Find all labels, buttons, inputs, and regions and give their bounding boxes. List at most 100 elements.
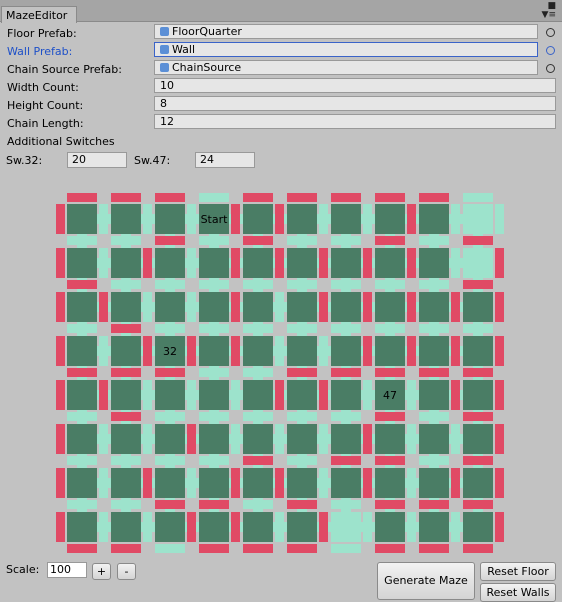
open-wall[interactable] — [187, 468, 196, 498]
open-wall[interactable] — [463, 193, 493, 202]
wall-segment[interactable] — [451, 380, 460, 410]
wall-segment[interactable] — [495, 380, 504, 410]
maze-cell[interactable] — [287, 336, 317, 366]
wall-segment[interactable] — [155, 368, 185, 377]
maze-cell[interactable] — [111, 512, 141, 542]
open-wall[interactable] — [319, 204, 328, 234]
open-wall[interactable] — [155, 324, 185, 333]
wall-segment[interactable] — [287, 368, 317, 377]
maze-cell[interactable] — [287, 248, 317, 278]
maze-cell[interactable] — [111, 424, 141, 454]
maze-cell[interactable] — [331, 468, 361, 498]
open-wall[interactable] — [375, 280, 405, 289]
wall-segment[interactable] — [111, 412, 141, 421]
open-wall[interactable] — [143, 292, 152, 322]
wall-segment[interactable] — [231, 468, 240, 498]
wall-segment[interactable] — [187, 424, 196, 454]
wall-segment[interactable] — [275, 468, 284, 498]
wall-segment[interactable] — [451, 336, 460, 366]
open-wall[interactable] — [143, 204, 152, 234]
wall-segment[interactable] — [56, 512, 65, 542]
wall-segment[interactable] — [199, 500, 229, 509]
open-wall[interactable] — [155, 544, 185, 553]
maze-cell[interactable] — [67, 380, 97, 410]
maze-cell[interactable] — [155, 468, 185, 498]
wall-segment[interactable] — [67, 544, 97, 553]
open-wall[interactable] — [451, 424, 460, 454]
open-wall[interactable] — [243, 324, 273, 333]
open-wall[interactable] — [67, 412, 97, 421]
wall-segment[interactable] — [111, 324, 141, 333]
open-wall[interactable] — [407, 424, 416, 454]
maze-cell[interactable] — [111, 380, 141, 410]
open-wall[interactable] — [155, 280, 185, 289]
wall-segment[interactable] — [155, 236, 185, 245]
wall-segment[interactable] — [375, 193, 405, 202]
maze-cell[interactable] — [419, 248, 449, 278]
open-wall[interactable] — [331, 236, 361, 245]
open-wall[interactable] — [275, 512, 284, 542]
open-wall[interactable] — [99, 512, 108, 542]
wall-segment[interactable] — [319, 512, 328, 542]
wall-segment[interactable] — [56, 204, 65, 234]
wall-segment[interactable] — [319, 248, 328, 278]
wall-segment[interactable] — [143, 336, 152, 366]
maze-cell[interactable] — [111, 204, 141, 234]
open-wall[interactable] — [111, 236, 141, 245]
maze-cell[interactable] — [419, 204, 449, 234]
maze-cell[interactable] — [111, 292, 141, 322]
wall-segment[interactable] — [111, 368, 141, 377]
wall-segment[interactable] — [319, 380, 328, 410]
maze-cell[interactable] — [155, 512, 185, 542]
wall-segment[interactable] — [155, 500, 185, 509]
maze-cell[interactable] — [243, 380, 273, 410]
wall-segment[interactable] — [495, 512, 504, 542]
open-wall[interactable] — [419, 324, 449, 333]
maze-cell[interactable] — [463, 424, 493, 454]
wall-segment[interactable] — [56, 380, 65, 410]
wall-segment[interactable] — [375, 236, 405, 245]
wall-segment[interactable] — [56, 336, 65, 366]
wall-segment[interactable] — [463, 368, 493, 377]
maze-cell[interactable] — [155, 380, 185, 410]
open-wall[interactable] — [155, 456, 185, 465]
maze-cell[interactable] — [243, 336, 273, 366]
maze-cell[interactable] — [67, 424, 97, 454]
maze-cell[interactable] — [375, 248, 405, 278]
wall-segment[interactable] — [451, 292, 460, 322]
open-wall[interactable] — [67, 456, 97, 465]
maze-cell[interactable] — [199, 248, 229, 278]
zoom-in-button[interactable]: + — [92, 563, 111, 580]
wall-segment[interactable] — [231, 204, 240, 234]
maze-cell[interactable] — [287, 424, 317, 454]
maze-cell[interactable] — [463, 336, 493, 366]
wall-segment[interactable] — [187, 512, 196, 542]
open-wall[interactable] — [419, 280, 449, 289]
open-wall[interactable] — [99, 248, 108, 278]
open-wall[interactable] — [187, 248, 196, 278]
wall-segment[interactable] — [67, 280, 97, 289]
open-wall[interactable] — [199, 193, 229, 202]
maze-cell[interactable] — [331, 204, 361, 234]
open-wall[interactable] — [67, 324, 97, 333]
maze-cell[interactable] — [287, 380, 317, 410]
wall-segment[interactable] — [56, 468, 65, 498]
maze-cell[interactable] — [419, 512, 449, 542]
wall-segment[interactable] — [67, 193, 97, 202]
maze-cell[interactable] — [463, 248, 493, 278]
maze-cell[interactable] — [243, 292, 273, 322]
maze-cell[interactable] — [199, 424, 229, 454]
wall-segment[interactable] — [331, 368, 361, 377]
maze-cell[interactable] — [375, 204, 405, 234]
wall-segment[interactable] — [319, 292, 328, 322]
open-wall[interactable] — [375, 324, 405, 333]
maze-cell[interactable] — [375, 512, 405, 542]
open-wall[interactable] — [243, 412, 273, 421]
maze-cell[interactable] — [199, 292, 229, 322]
open-wall[interactable] — [419, 412, 449, 421]
wall-segment[interactable] — [407, 336, 416, 366]
wall-segment[interactable] — [111, 193, 141, 202]
open-wall[interactable] — [495, 204, 504, 234]
wall-segment[interactable] — [375, 412, 405, 421]
zoom-out-button[interactable]: - — [117, 563, 136, 580]
